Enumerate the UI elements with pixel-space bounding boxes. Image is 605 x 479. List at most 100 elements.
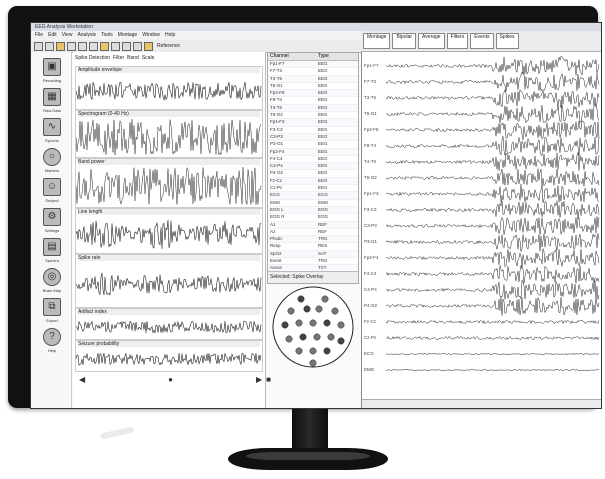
monitor-neck	[292, 408, 328, 452]
table-row[interactable]: Fp1-F3 EEG	[268, 119, 358, 127]
channel-column-header[interactable]: Channel	[270, 53, 318, 60]
analysis-track[interactable]: Amplitude envelope	[75, 66, 263, 110]
position-dot-icon[interactable]: ●	[168, 375, 173, 384]
table-row[interactable]: Fp1-F7 EEG	[268, 61, 358, 69]
analysis-track[interactable]: Band power	[75, 158, 263, 208]
table-row[interactable]: T3-T5 EEG	[268, 75, 358, 83]
stop-icon[interactable]: ■	[266, 375, 271, 384]
tab-average[interactable]: Average	[418, 33, 445, 49]
analysis-track[interactable]: Spectrogram (0-40 Hz)	[75, 110, 263, 158]
sidebar-item-brain-map[interactable]: ◎ Brain Map	[38, 268, 66, 294]
table-row[interactable]: P3-O1 EEG	[268, 141, 358, 149]
table-row[interactable]: A2 REF	[268, 228, 358, 237]
table-row[interactable]: EOG L EOG	[268, 206, 358, 215]
paste-icon[interactable]	[100, 41, 109, 51]
menu-item-montage[interactable]: Montage	[118, 31, 137, 40]
copy-icon[interactable]	[89, 41, 98, 51]
cut-icon[interactable]	[78, 41, 87, 51]
menu-item-file[interactable]: File	[35, 31, 43, 40]
table-row[interactable]: EOG R EOG	[268, 214, 358, 222]
save-icon[interactable]	[56, 41, 65, 51]
track-trace	[76, 320, 262, 334]
analysis-track[interactable]: Spike rate	[75, 254, 263, 308]
print-icon[interactable]	[67, 41, 76, 51]
menu-item-tools[interactable]: Tools	[101, 31, 113, 40]
sidebar-item-export[interactable]: ⧉ Export	[38, 298, 66, 324]
channel-name-cell: A2	[270, 228, 276, 234]
table-row[interactable]: ECG ECG	[268, 192, 358, 200]
analysis-tool-spike-detection[interactable]: Spike Detection	[75, 55, 110, 61]
channel-list-footer[interactable]: Selected: Spike Overlay	[268, 271, 358, 283]
eeg-scrollbar[interactable]	[362, 399, 601, 408]
channel-name-cell: T4-T6	[270, 104, 283, 110]
analysis-tool-band[interactable]: Band	[127, 55, 139, 61]
sidebar-item-raw-data[interactable]: ▦ Raw Data	[38, 88, 66, 114]
table-row[interactable]: C3-P3 EEG	[268, 133, 358, 142]
channel-name-cell: ECG	[270, 192, 280, 198]
sidebar-item-help[interactable]: ? Help	[38, 328, 66, 354]
menu-item-analysis[interactable]: Analysis	[77, 31, 96, 40]
sidebar-item-markers[interactable]: ○ Markers	[38, 148, 66, 174]
channel-name-cell: A1	[270, 221, 276, 227]
table-row[interactable]: EMG EMG	[268, 200, 358, 207]
sidebar-item-recording[interactable]: ▣ Recording	[38, 58, 66, 84]
channel-name-cell: T3-T5	[270, 75, 283, 81]
table-row[interactable]: P4-O2 EEG	[268, 170, 358, 178]
analysis-tool-filter[interactable]: Filter	[113, 55, 124, 61]
table-row[interactable]: Event TRG	[268, 258, 358, 266]
analysis-panel: Spike Detection Filter Band Scale Amplitude…	[73, 52, 266, 408]
table-row[interactable]: F8-T4 EEG	[268, 97, 358, 105]
table-row[interactable]: T6-O2 EEG	[268, 112, 358, 120]
tab-filters[interactable]: Filters	[446, 33, 469, 49]
menu-item-help[interactable]: Help	[165, 31, 175, 40]
sidebar-item-epochs[interactable]: ∿ Epochs	[38, 118, 66, 144]
type-column-header[interactable]: Type	[318, 53, 356, 60]
table-row[interactable]: Resp RES	[268, 243, 358, 251]
analysis-tool-scale[interactable]: Scale	[142, 55, 155, 61]
electrode-marker	[313, 333, 321, 341]
new-icon[interactable]	[34, 41, 43, 51]
table-row[interactable]: Fz-Cz EEG	[268, 177, 358, 186]
zoom-icon[interactable]	[133, 41, 142, 51]
tab-bipolar[interactable]: Bipolar	[392, 33, 417, 49]
eeg-trace	[385, 319, 600, 325]
eeg-channel-label: F3-C3	[364, 207, 377, 212]
analysis-track[interactable]: Seizure probability	[75, 340, 263, 372]
menu-item-edit[interactable]: Edit	[48, 31, 57, 40]
channel-name-cell: F4-C4	[270, 155, 283, 161]
play-icon[interactable]: ▶	[256, 375, 262, 384]
analysis-track[interactable]: Line length	[75, 208, 263, 254]
analysis-track[interactable]: Artifact index	[75, 308, 263, 340]
table-row[interactable]: T4-T6 EEG	[268, 104, 358, 113]
tab-events[interactable]: Events	[470, 33, 494, 49]
table-row[interactable]: T5-O1 EEG	[268, 83, 358, 91]
tab-spikes[interactable]: Spikes	[495, 33, 519, 49]
table-row[interactable]: F7-T3 EEG	[268, 68, 358, 76]
table-row[interactable]: Fp2-F4 EEG	[268, 148, 358, 156]
redo-icon[interactable]	[122, 41, 131, 51]
sidebar-item-spectra[interactable]: ▤ Spectra	[38, 238, 66, 264]
table-row[interactable]: F3-C3 EEG	[268, 127, 358, 134]
sidebar-item-settings[interactable]: ⚙ Settings	[38, 208, 66, 234]
table-row[interactable]: Photic TRG	[268, 236, 358, 244]
table-row[interactable]: C4-P4 EEG	[268, 163, 358, 171]
eeg-channel-label: P4-O2	[364, 303, 378, 308]
table-row[interactable]: Fp2-F8 EEG	[268, 90, 358, 98]
table-row[interactable]: Cz-Pz EEG	[268, 185, 358, 193]
table-row[interactable]: A1 REF	[268, 221, 358, 229]
menu-item-view[interactable]: View	[62, 31, 73, 40]
menu-item-window[interactable]: Window	[142, 31, 160, 40]
open-icon[interactable]	[45, 41, 54, 51]
tab-montage[interactable]: Montage	[363, 33, 391, 49]
filter-icon[interactable]	[144, 41, 153, 51]
rewind-icon[interactable]: ◀	[79, 375, 85, 384]
undo-icon[interactable]	[111, 41, 120, 51]
electrode-marker	[295, 347, 303, 355]
eeg-channel-label: C4-P4	[364, 287, 377, 292]
reference-label[interactable]: Reference	[157, 43, 180, 49]
channel-list: Channel Type Fp1-F7 EEG F7-T3 EEG T3-T5 EEG T5…	[267, 52, 359, 284]
waves-icon: ∿	[43, 118, 61, 136]
table-row[interactable]: F4-C4 EEG	[268, 155, 358, 164]
table-row[interactable]: SpO2 SAT	[268, 250, 358, 259]
sidebar-item-subject[interactable]: ☺ Subject	[38, 178, 66, 204]
